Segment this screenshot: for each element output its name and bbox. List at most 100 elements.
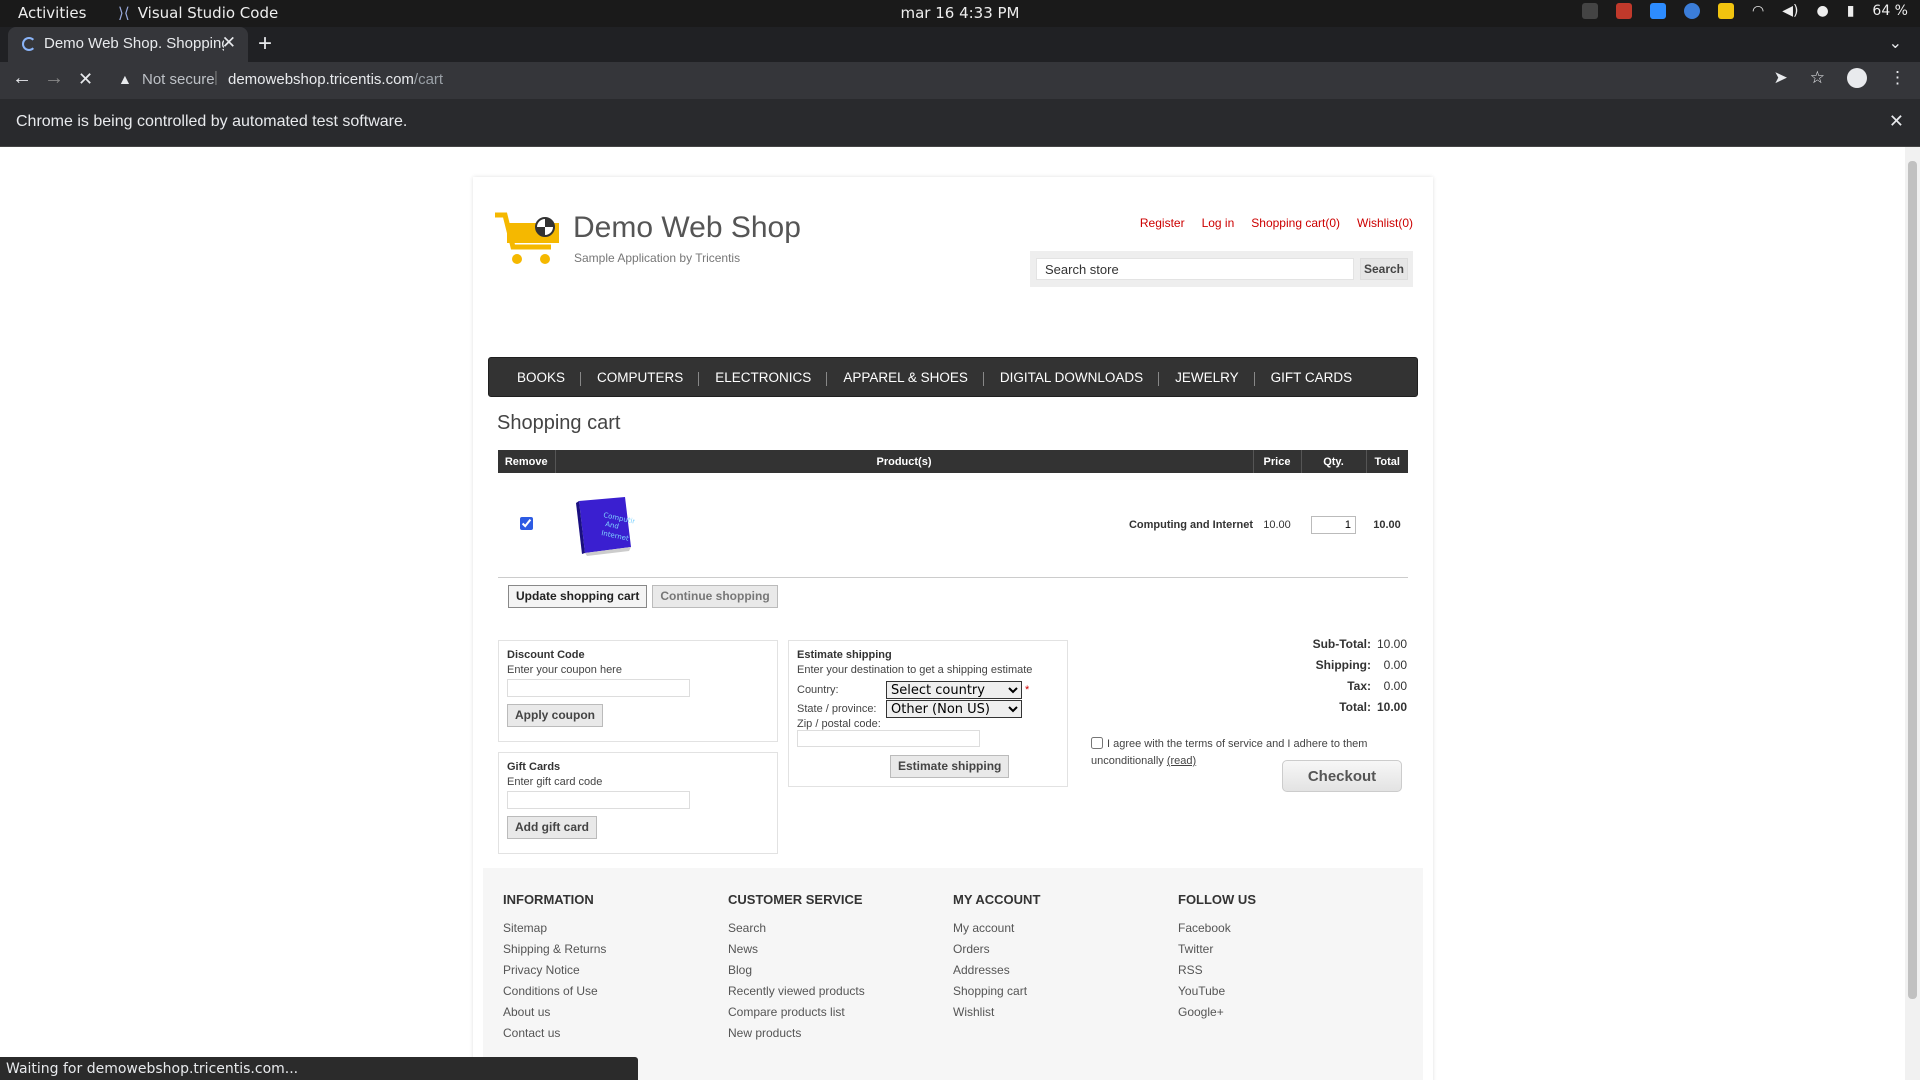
country-select[interactable]: Select country [886, 680, 1022, 699]
footer-link-compare-products[interactable]: Compare products list [728, 1002, 865, 1023]
footer-link-my-account[interactable]: My account [953, 918, 1040, 939]
slack-icon[interactable] [1582, 3, 1599, 19]
menu-item-electronics[interactable]: ELECTRONICS [699, 370, 828, 386]
giftcard-code-input[interactable] [507, 791, 690, 809]
update-cart-button[interactable]: Update shopping cart [508, 585, 648, 608]
footer-link-facebook[interactable]: Facebook [1178, 918, 1256, 939]
tab-search-chevron-icon[interactable]: ⌄ [1889, 33, 1902, 53]
footer-link-google-plus[interactable]: Google+ [1178, 1002, 1256, 1023]
footer-link-youtube[interactable]: YouTube [1178, 981, 1256, 1002]
bookmark-star-icon[interactable]: ☆ [1810, 68, 1825, 88]
footer-link-blog[interactable]: Blog [728, 960, 865, 981]
terms-checkbox[interactable] [1091, 737, 1103, 749]
giftcard-title: Gift Cards [507, 761, 561, 773]
footer-link-twitter[interactable]: Twitter [1178, 939, 1256, 960]
footer-link-recently-viewed[interactable]: Recently viewed products [728, 981, 865, 1002]
menu-item-jewelry[interactable]: JEWELRY [1159, 370, 1255, 386]
footer-link-rss[interactable]: RSS [1178, 960, 1256, 981]
footer-link-shopping-cart[interactable]: Shopping cart [953, 981, 1040, 1002]
forward-arrow-icon[interactable]: → [44, 67, 64, 90]
system-tray[interactable]: ◠ ◀) ● ▮ 64 % [1582, 3, 1908, 19]
address-bar[interactable]: ▲ Not secure | demowebshop.tricentis.com… [106, 66, 1766, 95]
activities-button[interactable]: Activities [18, 4, 86, 22]
infobar-close-icon[interactable]: ✕ [1889, 111, 1904, 132]
menu-item-gift-cards[interactable]: GIFT CARDS [1255, 370, 1369, 385]
send-icon[interactable]: ➤ [1774, 68, 1788, 88]
footer-heading: MY ACCOUNT [953, 892, 1041, 907]
url-text[interactable]: demowebshop.tricentis.com/cart [228, 71, 443, 88]
battery-icon[interactable]: ▮ [1847, 3, 1855, 19]
menu-kebab-icon[interactable]: ⋮ [1889, 68, 1906, 88]
mic-icon[interactable]: ● [1816, 3, 1828, 19]
camera-icon[interactable] [1616, 3, 1633, 19]
footer-link-about-us[interactable]: About us [503, 1002, 606, 1023]
menu-item-computers[interactable]: COMPUTERS [581, 370, 700, 386]
footer-link-sitemap[interactable]: Sitemap [503, 918, 606, 939]
quantity-input[interactable] [1311, 515, 1356, 534]
terms-read-link[interactable]: (read) [1167, 755, 1196, 767]
site-title[interactable]: Demo Web Shop [573, 211, 801, 245]
login-link[interactable]: Log in [1202, 216, 1235, 230]
browser-tab[interactable]: Demo Web Shop. Shopping Cart ✕ [8, 27, 248, 62]
footer-heading: INFORMATION [503, 892, 594, 907]
menu-item-books[interactable]: BOOKS [501, 370, 582, 386]
active-app[interactable]: ⟩⟨ Visual Studio Code [118, 4, 278, 22]
footer-link-privacy-notice[interactable]: Privacy Notice [503, 960, 606, 981]
zip-input[interactable] [797, 730, 980, 747]
add-giftcard-button[interactable]: Add gift card [507, 816, 597, 839]
shopping-cart-logo-icon[interactable] [493, 211, 561, 267]
search-button[interactable]: Search [1360, 258, 1408, 280]
shipping-title: Estimate shipping [797, 649, 892, 661]
status-bubble: Waiting for demowebshop.tricentis.com... [0, 1057, 638, 1080]
scrollbar-thumb[interactable] [1908, 161, 1917, 999]
remove-item-checkbox[interactable] [520, 516, 533, 530]
tab-title: Demo Web Shop. Shopping Cart [44, 35, 224, 52]
estimate-shipping-button[interactable]: Estimate shipping [890, 755, 1010, 778]
header-links: Register Log in Shopping cart(0) Wishlis… [1140, 216, 1413, 230]
not-secure-label[interactable]: Not secure [142, 71, 215, 88]
state-select[interactable]: Other (Non US) [886, 699, 1022, 718]
stop-loading-icon[interactable]: ✕ [78, 69, 93, 90]
product-name-link[interactable]: Computing and Internet [1129, 519, 1253, 531]
search-input[interactable] [1036, 258, 1354, 280]
wishlist-link[interactable]: Wishlist(0) [1357, 216, 1413, 230]
vpn-icon[interactable] [1684, 3, 1701, 19]
volume-icon[interactable]: ◀) [1782, 3, 1798, 19]
footer-link-new-products[interactable]: New products [728, 1023, 865, 1044]
browser-toolbar: ← → ✕ ▲ Not secure | demowebshop.tricent… [0, 62, 1920, 99]
footer-link-contact-us[interactable]: Contact us [503, 1023, 606, 1044]
notes-icon[interactable] [1718, 3, 1735, 19]
profile-avatar-icon[interactable] [1847, 68, 1867, 88]
footer-link-news[interactable]: News [728, 939, 865, 960]
url-path: /cart [413, 71, 444, 88]
menu-item-apparel-shoes[interactable]: APPAREL & SHOES [827, 370, 984, 386]
footer-link-search[interactable]: Search [728, 918, 865, 939]
tab-close-icon[interactable]: ✕ [222, 33, 236, 53]
giftcard-hint: Enter gift card code [507, 776, 603, 788]
zoom-icon[interactable] [1650, 3, 1667, 19]
warning-icon[interactable]: ▲ [118, 71, 132, 87]
menu-item-digital-downloads[interactable]: DIGITAL DOWNLOADS [984, 370, 1160, 386]
apply-coupon-button[interactable]: Apply coupon [507, 704, 603, 727]
footer-link-orders[interactable]: Orders [953, 939, 1040, 960]
continue-shopping-button[interactable]: Continue shopping [652, 585, 778, 608]
footer-link-shipping-returns[interactable]: Shipping & Returns [503, 939, 606, 960]
shopping-cart-link[interactable]: Shopping cart(0) [1251, 216, 1340, 230]
product-thumbnail[interactable]: Computing And Internet [569, 493, 635, 557]
checkout-button[interactable]: Checkout [1282, 760, 1402, 792]
coupon-code-input[interactable] [507, 679, 690, 697]
wifi-icon[interactable]: ◠ [1752, 3, 1764, 19]
zip-label: Zip / postal code: [797, 718, 881, 730]
page-scrollbar[interactable] [1905, 147, 1920, 1080]
back-arrow-icon[interactable]: ← [12, 67, 32, 90]
footer-link-conditions-of-use[interactable]: Conditions of Use [503, 981, 606, 1002]
register-link[interactable]: Register [1140, 216, 1185, 230]
footer-link-addresses[interactable]: Addresses [953, 960, 1040, 981]
vscode-icon: ⟩⟨ [118, 4, 130, 22]
loading-spinner-icon [22, 37, 36, 51]
footer-link-wishlist[interactable]: Wishlist [953, 1002, 1040, 1023]
shipping-hint: Enter your destination to get a shipping… [797, 664, 1033, 676]
order-total-value: 10.00 [1377, 700, 1408, 714]
new-tab-button[interactable]: + [258, 30, 272, 58]
col-price: Price [1253, 450, 1302, 473]
